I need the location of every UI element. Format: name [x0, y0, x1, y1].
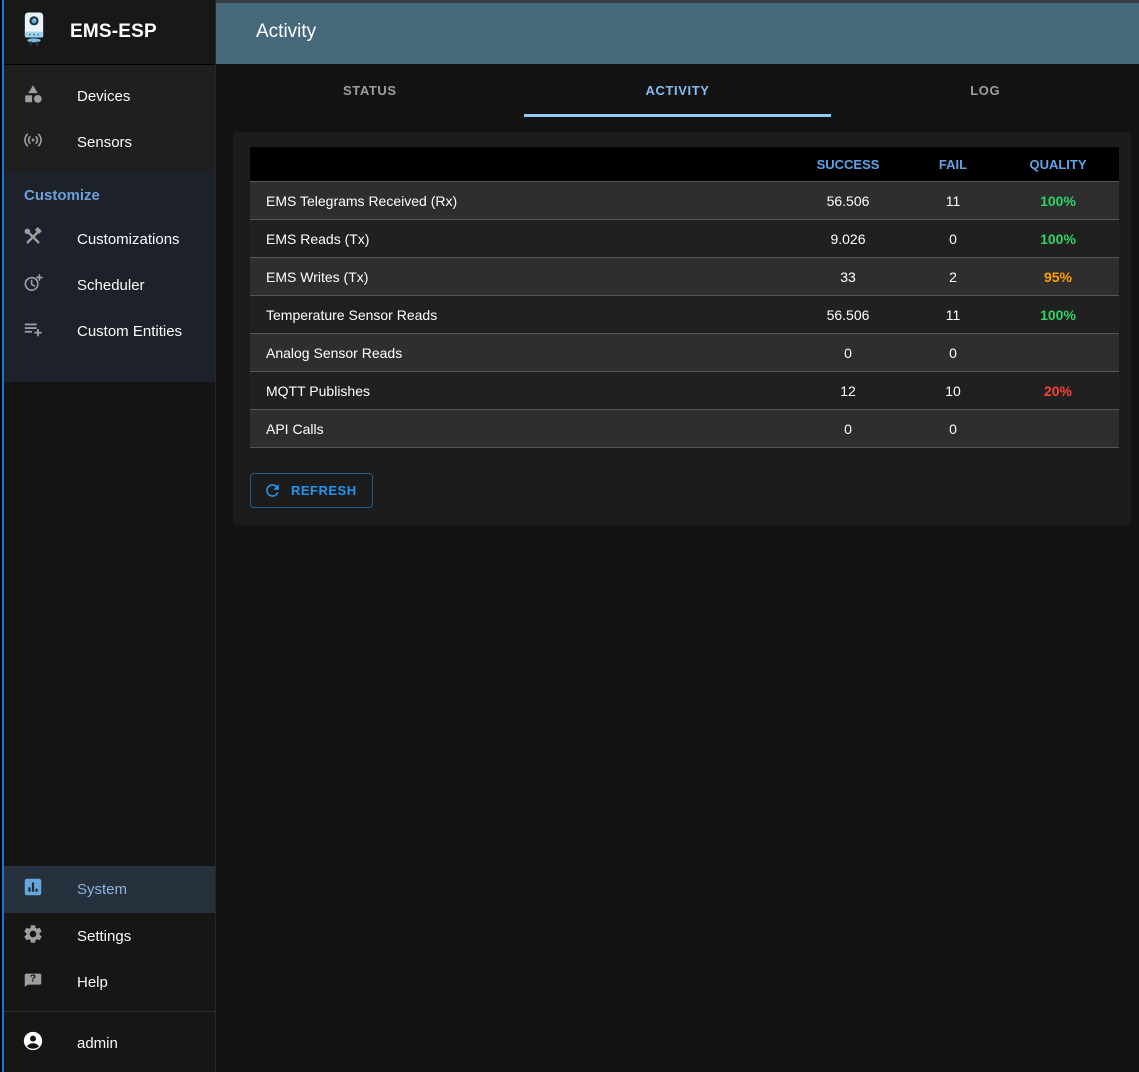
sidebar-section-main: Devices Sensors [0, 65, 215, 171]
sidebar-item-custom-entities[interactable]: Custom Entities [0, 308, 215, 354]
username-label: admin [77, 1035, 118, 1052]
metric-name-cell: EMS Reads (Tx) [250, 231, 787, 247]
fail-value-cell: 10 [909, 383, 997, 399]
sidebar-item-label: Settings [77, 928, 131, 945]
fail-value-cell: 11 [909, 193, 997, 209]
metric-name-cell: Analog Sensor Reads [250, 345, 787, 361]
sidebar-item-user-admin[interactable]: admin [0, 1020, 215, 1066]
main-content: Activity STATUS ACTIVITY LOG SUCCESS FAI… [216, 0, 1139, 1072]
quality-value-cell: 20% [997, 383, 1119, 399]
success-value-cell: 0 [787, 421, 909, 437]
account-circle-icon [22, 1030, 44, 1057]
column-header-fail: FAIL [909, 157, 997, 172]
sidebar-item-settings[interactable]: Settings [0, 913, 215, 959]
help-icon: ? [22, 969, 44, 996]
boiler-logo-icon [14, 10, 54, 55]
table-row: EMS Writes (Tx)33295% [250, 258, 1119, 296]
refresh-button[interactable]: REFRESH [250, 473, 373, 508]
tab-activity[interactable]: ACTIVITY [524, 64, 832, 117]
table-row: EMS Reads (Tx)9.0260100% [250, 220, 1119, 258]
column-header-success: SUCCESS [787, 157, 909, 172]
quality-value-cell: 100% [997, 231, 1119, 247]
window-edge-highlight [2, 0, 4, 1072]
metric-name-cell: MQTT Publishes [250, 383, 787, 399]
sensors-icon [22, 129, 44, 156]
gear-icon [22, 923, 44, 950]
scheduler-clock-icon [22, 272, 44, 299]
table-row: Analog Sensor Reads00 [250, 334, 1119, 372]
appbar: Activity [216, 0, 1139, 64]
fail-value-cell: 0 [909, 231, 997, 247]
metric-name-cell: EMS Telegrams Received (Rx) [250, 193, 787, 209]
success-value-cell: 33 [787, 269, 909, 285]
activity-panel: SUCCESS FAIL QUALITY EMS Telegrams Recei… [233, 132, 1131, 525]
metric-name-cell: Temperature Sensor Reads [250, 307, 787, 323]
metric-name-cell: EMS Writes (Tx) [250, 269, 787, 285]
sidebar-item-system[interactable]: System [0, 866, 215, 913]
success-value-cell: 56.506 [787, 193, 909, 209]
devices-icon [22, 83, 44, 110]
tools-icon [22, 226, 44, 253]
success-value-cell: 56.506 [787, 307, 909, 323]
quality-value-cell: 100% [997, 307, 1119, 323]
sidebar-item-devices[interactable]: Devices [0, 73, 215, 119]
refresh-icon [263, 481, 282, 500]
fail-value-cell: 2 [909, 269, 997, 285]
brand-title: EMS-ESP [70, 21, 157, 43]
customize-section-header: Customize [0, 187, 215, 216]
column-header-quality: QUALITY [997, 157, 1119, 172]
table-row: EMS Telegrams Received (Rx)56.50611100% [250, 182, 1119, 220]
success-value-cell: 12 [787, 383, 909, 399]
page-title: Activity [256, 21, 316, 43]
sidebar-item-scheduler[interactable]: Scheduler [0, 262, 215, 308]
table-header-row: SUCCESS FAIL QUALITY [250, 147, 1119, 182]
quality-value-cell: 95% [997, 269, 1119, 285]
sidebar-item-label: Help [77, 974, 108, 991]
sidebar-item-customizations[interactable]: Customizations [0, 216, 215, 262]
svg-text:?: ? [30, 972, 36, 984]
sidebar-brand: EMS-ESP [0, 0, 215, 65]
tab-log[interactable]: LOG [831, 64, 1139, 117]
sidebar-item-label: Custom Entities [77, 323, 182, 340]
sidebar-item-label: Devices [77, 88, 130, 105]
success-value-cell: 0 [787, 345, 909, 361]
table-row: MQTT Publishes121020% [250, 372, 1119, 410]
sidebar-item-label: Sensors [77, 134, 132, 151]
sidebar-item-label: Scheduler [77, 277, 145, 294]
active-tab-indicator [524, 114, 832, 117]
quality-value-cell: 100% [997, 193, 1119, 209]
sidebar-section-customize: Customize Customizations Schedul [0, 171, 215, 382]
activity-table: SUCCESS FAIL QUALITY EMS Telegrams Recei… [250, 147, 1119, 448]
table-row: API Calls00 [250, 410, 1119, 448]
sidebar-item-help[interactable]: ? Help [0, 959, 215, 1005]
fail-value-cell: 0 [909, 421, 997, 437]
sidebar-item-label: System [77, 881, 127, 898]
tab-status[interactable]: STATUS [216, 64, 524, 117]
sidebar: EMS-ESP Devices [0, 0, 216, 1072]
sidebar-item-label: Customizations [77, 231, 180, 248]
success-value-cell: 9.026 [787, 231, 909, 247]
sidebar-spacer [0, 382, 215, 866]
bar-chart-icon [22, 876, 44, 903]
refresh-button-label: REFRESH [291, 483, 357, 498]
table-body: EMS Telegrams Received (Rx)56.50611100%E… [250, 182, 1119, 448]
fail-value-cell: 11 [909, 307, 997, 323]
metric-name-cell: API Calls [250, 421, 787, 437]
sidebar-item-sensors[interactable]: Sensors [0, 119, 215, 165]
playlist-add-icon [22, 318, 44, 345]
table-row: Temperature Sensor Reads56.50611100% [250, 296, 1119, 334]
sidebar-section-user: admin [0, 1012, 215, 1072]
fail-value-cell: 0 [909, 345, 997, 361]
sidebar-section-bottom: System Settings ? Help [0, 866, 215, 1011]
tab-bar: STATUS ACTIVITY LOG [216, 64, 1139, 117]
